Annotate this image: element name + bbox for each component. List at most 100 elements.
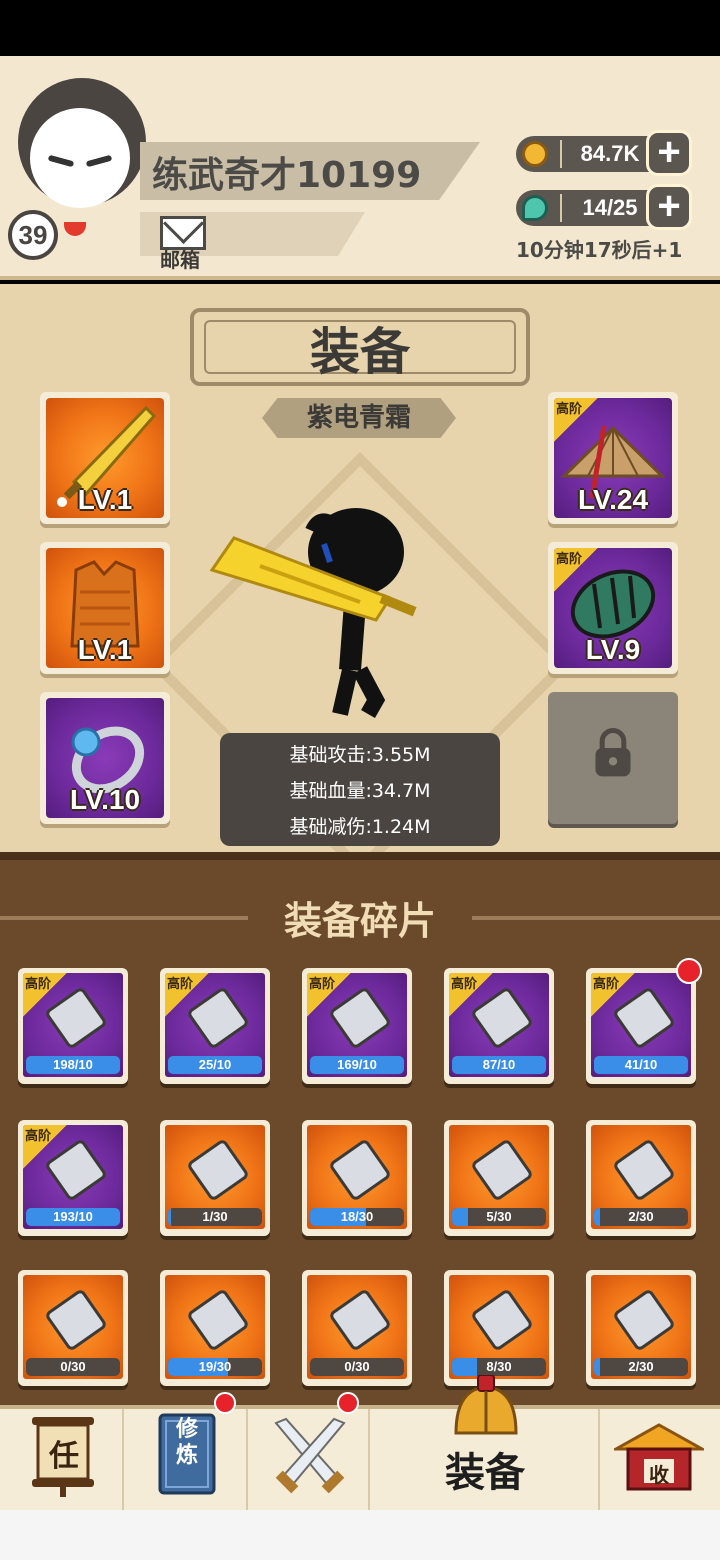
gem-icon [522, 195, 548, 221]
gem-amount: 14/25 [582, 195, 638, 220]
frag-spear[interactable]: 1/30 [160, 1120, 270, 1236]
fragment-background: 0/30 [23, 1275, 123, 1379]
fragment-progress-bar: 0/30 [310, 1358, 404, 1376]
frag-straw-hat[interactable]: 高阶 41/10 [586, 968, 696, 1084]
stat-damage-reduction: 基础减伤:1.24M [289, 816, 431, 838]
slot-level: LV.24 [577, 484, 649, 515]
fragment-count: 193/10 [53, 1209, 93, 1224]
frag-cloak[interactable]: 8/30 [444, 1270, 554, 1386]
battle-notification-dot [337, 1392, 359, 1414]
fragment-count: 8/30 [486, 1359, 512, 1374]
fragment-progress-bar: 19/30 [168, 1358, 262, 1376]
fragment-item-icon [327, 1287, 393, 1353]
stat-attack: 基础攻击:3.55M [289, 744, 431, 766]
fragment-count: 41/10 [624, 1057, 658, 1072]
fragment-count: 2/30 [628, 1359, 654, 1374]
fragment-count: 0/30 [60, 1359, 86, 1374]
coin-icon [522, 141, 548, 167]
fragment-progress-bar: 87/10 [452, 1056, 546, 1074]
fragment-background: 1/30 [165, 1125, 265, 1229]
fragment-progress-bar: 169/10 [310, 1056, 404, 1074]
frag-curved-blade[interactable]: 高阶 169/10 [302, 968, 412, 1084]
nav-active-label: 装备 [445, 1450, 525, 1496]
fragment-progress-bar: 193/10 [26, 1208, 120, 1226]
fragment-progress-bar: 2/30 [594, 1358, 688, 1376]
add-coins-button[interactable]: + [646, 130, 692, 176]
coin-amount: 84.7K [580, 141, 640, 166]
fragment-item-icon [185, 1137, 251, 1203]
fragment-background: 高阶 198/10 [23, 973, 123, 1077]
frag-wooden-sword[interactable]: 高阶 198/10 [18, 968, 128, 1084]
fragment-item-icon [469, 1287, 535, 1353]
tier-label: 高阶 [25, 977, 52, 992]
frag-headband[interactable]: 0/30 [302, 1270, 412, 1386]
slot-level: LV.9 [585, 634, 641, 665]
equip-slot-ring[interactable]: LV.10 [40, 692, 170, 824]
training-glyph: 修炼 [175, 1417, 198, 1468]
fragment-progress-bar: 2/30 [594, 1208, 688, 1226]
fragment-item-icon [611, 1137, 677, 1203]
fragment-count: 169/10 [337, 1057, 377, 1072]
helmet-icon [454, 1375, 518, 1435]
frag-staff[interactable]: 5/30 [444, 1120, 554, 1236]
frag-purple-armor[interactable]: 高阶 193/10 [18, 1120, 128, 1236]
fragment-item-icon [611, 1287, 677, 1353]
frag-gray-hat[interactable]: 19/30 [160, 1270, 270, 1386]
slot-background: LV.1 [46, 548, 164, 668]
fragment-background: 19/30 [165, 1275, 265, 1379]
tier-label: 高阶 [451, 977, 478, 992]
slot-level: LV.10 [69, 784, 141, 815]
fragment-progress-bar: 8/30 [452, 1358, 546, 1376]
equip-slot-locked[interactable] [548, 692, 678, 824]
fragment-progress-bar: 41/10 [594, 1056, 688, 1074]
fragment-background: 高阶 25/10 [165, 973, 265, 1077]
page-title: 装备 [310, 323, 410, 381]
fragment-progress-bar: 198/10 [26, 1056, 120, 1074]
lock-icon [595, 728, 631, 777]
tier-label: 高阶 [556, 552, 583, 567]
slot-background: LV.1 [46, 398, 164, 518]
nav-collection[interactable]: 收 [600, 1409, 720, 1510]
slot-background: LV.10 [46, 698, 164, 818]
nav-training[interactable]: 修炼 [124, 1409, 248, 1510]
fragment-progress-bar: 5/30 [452, 1208, 546, 1226]
regen-timer: 10分钟17秒后+1 [516, 238, 683, 262]
frag-long-sword[interactable]: 0/30 [18, 1270, 128, 1386]
bottom-nav: 任 修炼 收 [0, 1375, 720, 1510]
avatar[interactable] [30, 108, 130, 208]
frag-axe[interactable]: 18/30 [302, 1120, 412, 1236]
fragment-progress-bar: 25/10 [168, 1056, 262, 1074]
equip-slot-armor[interactable]: LV.1 [40, 542, 170, 674]
fragment-count: 87/10 [482, 1057, 516, 1072]
fragment-background: 8/30 [449, 1275, 549, 1379]
tier-label: 高阶 [25, 1129, 52, 1144]
nav-tasks[interactable]: 任 [0, 1409, 124, 1510]
gem-divider [560, 194, 562, 222]
tier-label: 高阶 [167, 977, 194, 992]
collection-glyph: 收 [649, 1463, 669, 1487]
slot-level: LV.1 [77, 634, 133, 665]
equip-slot-bracer[interactable]: 高阶 LV.9 [548, 542, 678, 674]
nav-battle[interactable] [248, 1409, 370, 1510]
fragment-count: 25/10 [198, 1057, 232, 1072]
coin-counter: 84.7K + [516, 130, 692, 176]
stat-hp: 基础血量:34.7M [289, 780, 431, 802]
frag-broadsword[interactable]: 2/30 [586, 1120, 696, 1236]
mail-label[interactable]: 邮箱 [160, 244, 200, 273]
fragment-count: 0/30 [344, 1359, 370, 1374]
fragment-background: 高阶 41/10 [591, 973, 691, 1077]
coin-divider [560, 140, 562, 168]
tier-label: 高阶 [309, 977, 336, 992]
equip-slot-sword[interactable]: LV.1 [40, 392, 170, 524]
tier-label: 高阶 [593, 977, 620, 992]
tier-label: 高阶 [556, 402, 583, 417]
equip-slot-hat[interactable]: 高阶 LV.24 [548, 392, 678, 524]
fragment-background: 高阶 193/10 [23, 1125, 123, 1229]
fragments-title: 装备碎片 [283, 899, 436, 943]
add-gems-button[interactable]: + [646, 184, 692, 230]
task-glyph: 任 [49, 1439, 79, 1474]
frag-ice-blade[interactable]: 高阶 87/10 [444, 968, 554, 1084]
fragment-item-icon [469, 1137, 535, 1203]
frag-gray-armor[interactable]: 2/30 [586, 1270, 696, 1386]
frag-red-bracer[interactable]: 高阶 25/10 [160, 968, 270, 1084]
